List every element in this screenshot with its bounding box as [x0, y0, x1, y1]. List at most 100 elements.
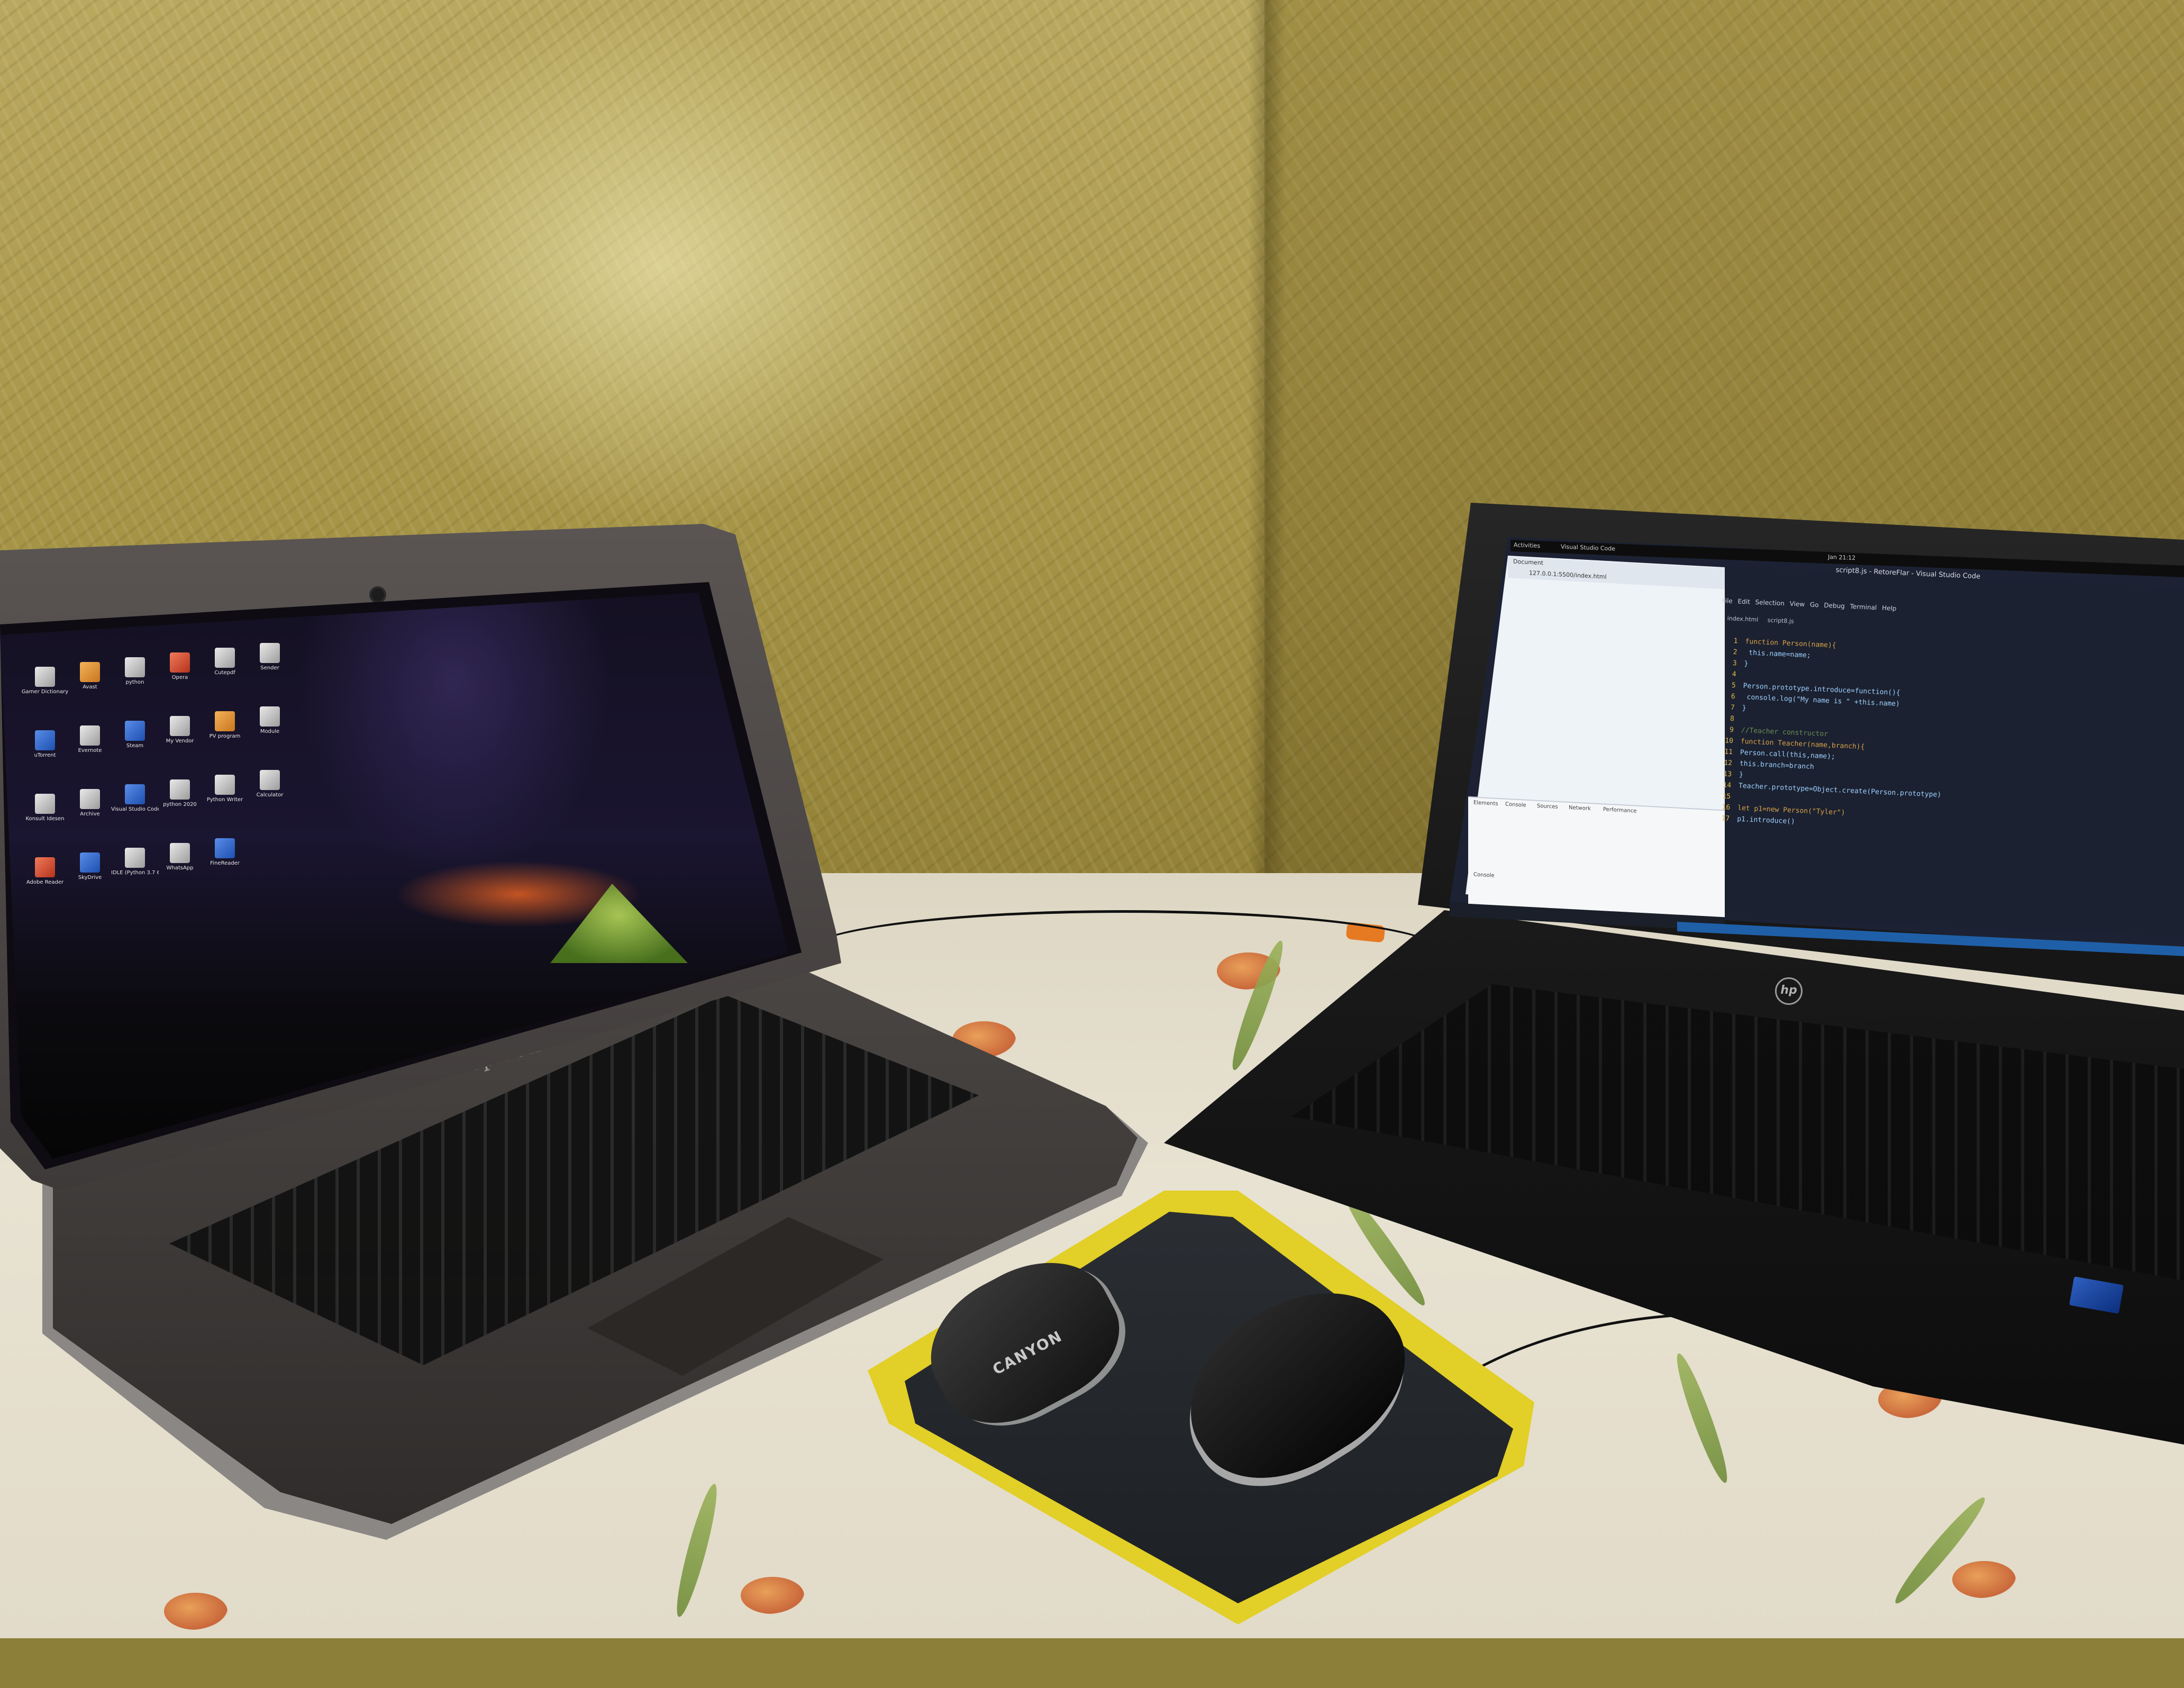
webcam [369, 586, 386, 603]
desktop-icon-label: WhatsApp [166, 865, 194, 871]
devtools-tab-console[interactable]: Console [1505, 802, 1526, 809]
desktop-icon[interactable] [80, 789, 100, 809]
desktop-icon[interactable] [170, 843, 190, 863]
flower-print [164, 1593, 228, 1630]
desktop-icon[interactable] [125, 721, 145, 741]
app-menu[interactable]: Visual Studio Code [1561, 543, 1615, 552]
line-number: 7 [1730, 703, 1735, 712]
desktop-icon-label: Steam [126, 743, 144, 749]
menu-terminal[interactable]: Terminal [1850, 603, 1877, 611]
devtools-tab-performance[interactable]: Performance [1603, 806, 1636, 814]
desktop-icon-label: Avast [83, 684, 97, 690]
line-number: 13 [1723, 770, 1732, 779]
line-number: 15 [1722, 792, 1731, 801]
line-number: 9 [1729, 725, 1734, 734]
desktop-icon[interactable] [170, 652, 190, 673]
code-area[interactable]: 1 function Person(name){2 this.name=name;… [1714, 635, 1948, 834]
line-number: 12 [1724, 759, 1733, 768]
code-text: p1.introduce() [1736, 815, 1796, 826]
wall-corner [1249, 0, 1286, 926]
desktop-icon-label: FineReader [210, 860, 240, 866]
desktop-icon-label: Python Writer [206, 797, 243, 803]
line-number: 6 [1731, 692, 1736, 701]
line-number: 3 [1732, 659, 1737, 668]
desktop-icon-label: Gamer Dictionary [21, 689, 69, 695]
menu-edit[interactable]: Edit [1737, 597, 1750, 605]
desktop-icon[interactable] [260, 770, 280, 790]
console-drawer-label: Console [1473, 872, 1495, 879]
desktop-icon[interactable] [215, 711, 235, 731]
desktop-icon[interactable] [125, 657, 145, 677]
line-number: 1 [1733, 637, 1738, 646]
line-number: 8 [1730, 714, 1735, 723]
code-text: } [1742, 704, 1746, 713]
desktop-icon-label: Cutepdf [214, 670, 235, 676]
desktop-icon-label: IDLE (Python 3.7 64-bit) [111, 870, 159, 876]
desktop-icon-label: python 2020 [163, 802, 197, 807]
hp-brand-logo: hp [1775, 977, 1803, 1005]
line-number: 4 [1732, 670, 1736, 679]
desktop-icon-label: Opera [171, 675, 188, 680]
line-number: 16 [1722, 803, 1731, 812]
devtools-tab-sources[interactable]: Sources [1537, 803, 1558, 810]
desktop-icon[interactable] [260, 706, 280, 727]
desktop-icon-label: Adobe Reader [26, 879, 64, 885]
desktop-icon[interactable] [170, 716, 190, 736]
desktop-icon[interactable] [170, 779, 190, 800]
menu-view[interactable]: View [1789, 600, 1805, 608]
desktop-icon[interactable] [215, 648, 235, 668]
desktop-icon[interactable] [35, 857, 55, 877]
menu-debug[interactable]: Debug [1824, 602, 1845, 610]
desktop-icon[interactable] [125, 784, 145, 804]
desktop-icon-label: Module [260, 729, 280, 734]
desktop-icon-label: Calculator [256, 792, 284, 798]
menu-file[interactable]: File [1722, 597, 1733, 605]
desktop-icon-label: My Vendor [166, 738, 194, 744]
line-number: 2 [1733, 648, 1737, 657]
desktop-icon-label: PV program [209, 733, 241, 739]
devtools-panel: Elements Console Sources Network Perform… [1468, 796, 1725, 922]
editor-tab[interactable]: script8.js [1767, 616, 1794, 624]
devtools-tab-elements[interactable]: Elements [1473, 800, 1498, 807]
clock[interactable]: Jan 21:12 [1828, 553, 1855, 561]
desktop-icon[interactable] [80, 662, 100, 682]
desktop-icon[interactable] [260, 643, 280, 663]
desktop-icon-label: Konsult Idesen [25, 816, 65, 822]
code-text: } [1739, 770, 1744, 779]
desktop-icon[interactable] [215, 775, 235, 795]
desktop-icon-label: Evernote [78, 748, 102, 754]
menu-help[interactable]: Help [1882, 604, 1897, 612]
browser-tab[interactable]: Document [1513, 558, 1543, 567]
menu-go[interactable]: Go [1810, 601, 1819, 609]
flower-print [741, 1577, 804, 1614]
code-text: } [1744, 659, 1749, 668]
desktop-icon-label: python [125, 679, 144, 685]
line-number: 14 [1723, 781, 1732, 790]
desktop-icon-label: SkyDrive [78, 875, 102, 881]
menu-selection[interactable]: Selection [1755, 598, 1785, 607]
desktop-icon[interactable] [35, 794, 55, 814]
leaf-print [670, 1482, 724, 1619]
address-bar[interactable]: 127.0.0.1:5500/index.html [1529, 569, 1607, 580]
code-text: this.branch=branch [1739, 759, 1815, 772]
activities-button[interactable]: Activities [1514, 541, 1540, 549]
desktop-icon-label: Sender [260, 665, 279, 671]
desktop-icon[interactable] [80, 725, 100, 746]
editor-tab[interactable]: index.html [1727, 615, 1758, 623]
desktop-icon[interactable] [215, 838, 235, 858]
line-number: 10 [1724, 737, 1734, 746]
line-number: 5 [1731, 681, 1736, 690]
desktop-icon[interactable] [35, 667, 55, 687]
desktop-icon[interactable] [80, 852, 100, 873]
devtools-tab-network[interactable]: Network [1569, 805, 1591, 812]
line-number: 11 [1724, 748, 1733, 757]
desktop-icon[interactable] [125, 848, 145, 868]
desktop-icon-label: Visual Studio Code [111, 806, 159, 812]
code-text: this.name=name; [1744, 648, 1811, 660]
cable [804, 910, 1444, 995]
line-number: 17 [1721, 814, 1730, 823]
desktop-icon[interactable] [35, 730, 55, 750]
